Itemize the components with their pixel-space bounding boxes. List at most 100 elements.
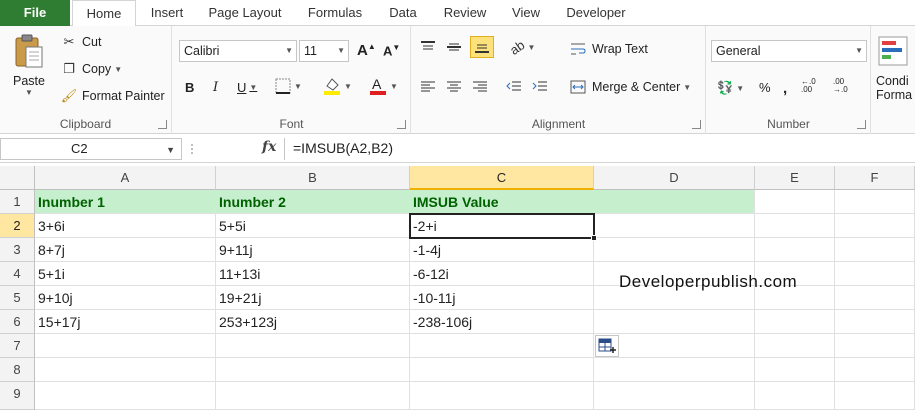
align-right-button[interactable]: [472, 80, 488, 94]
row-header-5[interactable]: 5: [0, 286, 35, 310]
underline-button[interactable]: U ▼: [237, 80, 257, 95]
bold-button[interactable]: B: [185, 80, 194, 95]
cell-f8[interactable]: [835, 358, 915, 382]
cell-c9[interactable]: [410, 382, 594, 410]
cell-c5[interactable]: -10-11j: [410, 286, 594, 310]
cell-b3[interactable]: 9+11j: [216, 238, 410, 262]
middle-align-button[interactable]: [446, 40, 462, 54]
cell-e6[interactable]: [755, 310, 835, 334]
cell-a3[interactable]: 8+7j: [35, 238, 216, 262]
borders-button[interactable]: ▼: [275, 78, 302, 94]
select-all-corner[interactable]: [0, 166, 35, 190]
row-header-6[interactable]: 6: [0, 310, 35, 334]
top-align-button[interactable]: [420, 40, 436, 54]
cell-c1[interactable]: IMSUB Value: [410, 190, 594, 214]
alignment-dialog-launcher-icon[interactable]: [692, 120, 701, 129]
cut-button[interactable]: ✂ Cut: [60, 34, 102, 50]
cell-f6[interactable]: [835, 310, 915, 334]
row-header-8[interactable]: 8: [0, 358, 35, 382]
fill-handle[interactable]: [591, 235, 597, 241]
column-header-b[interactable]: B: [216, 166, 410, 190]
formula-bar-splitter-icon[interactable]: [188, 141, 196, 157]
cell-e8[interactable]: [755, 358, 835, 382]
tab-developer[interactable]: Developer: [556, 0, 636, 26]
tab-view[interactable]: View: [504, 0, 548, 26]
decrease-indent-button[interactable]: [506, 80, 522, 94]
increase-font-size-button[interactable]: A▲: [357, 42, 376, 59]
cell-e7[interactable]: [755, 334, 835, 358]
format-painter-button[interactable]: 🖌 Format Painter: [60, 88, 165, 104]
cell-b1[interactable]: Inumber 2: [216, 190, 410, 214]
font-dialog-launcher-icon[interactable]: [397, 120, 406, 129]
cell-d9[interactable]: [594, 382, 755, 410]
cell-c8[interactable]: [410, 358, 594, 382]
row-header-1[interactable]: 1: [0, 190, 35, 214]
cell-a8[interactable]: [35, 358, 216, 382]
column-header-c[interactable]: C: [410, 166, 594, 190]
font-size-select[interactable]: 11 ▼: [299, 40, 349, 62]
paste-button[interactable]: Paste ▼: [8, 34, 50, 106]
cell-e2[interactable]: [755, 214, 835, 238]
row-header-4[interactable]: 4: [0, 262, 35, 286]
cell-a2[interactable]: 3+6i: [35, 214, 216, 238]
increase-decimal-button[interactable]: ←.0.00: [801, 78, 816, 94]
cell-f3[interactable]: [835, 238, 915, 262]
font-color-button[interactable]: A ▼: [369, 76, 398, 96]
cell-d3[interactable]: [594, 238, 755, 262]
row-header-7[interactable]: 7: [0, 334, 35, 358]
decrease-decimal-button[interactable]: .00 →.0: [833, 78, 848, 94]
cell-e1[interactable]: [755, 190, 835, 214]
font-name-select[interactable]: Calibri ▼: [179, 40, 297, 62]
cell-f4[interactable]: [835, 262, 915, 286]
cell-d1[interactable]: [594, 190, 755, 214]
increase-indent-button[interactable]: [532, 80, 548, 94]
column-header-e[interactable]: E: [755, 166, 835, 190]
tab-home[interactable]: Home: [72, 0, 136, 27]
number-format-select[interactable]: General ▼: [711, 40, 867, 62]
cell-b9[interactable]: [216, 382, 410, 410]
cell-b4[interactable]: 11+13i: [216, 262, 410, 286]
column-header-a[interactable]: A: [35, 166, 216, 190]
cell-e9[interactable]: [755, 382, 835, 410]
cell-c3[interactable]: -1-4j: [410, 238, 594, 262]
cell-f5[interactable]: [835, 286, 915, 310]
align-center-button[interactable]: [446, 80, 462, 94]
tab-file[interactable]: File: [0, 0, 70, 26]
bottom-align-button[interactable]: [470, 36, 494, 58]
cell-a4[interactable]: 5+1i: [35, 262, 216, 286]
tab-data[interactable]: Data: [380, 0, 426, 26]
column-header-f[interactable]: F: [835, 166, 915, 190]
name-box[interactable]: C2 ▼: [0, 138, 182, 160]
accounting-format-button[interactable]: 💱 ▼: [717, 80, 744, 96]
tab-insert[interactable]: Insert: [140, 0, 194, 26]
row-header-3[interactable]: 3: [0, 238, 35, 262]
cell-c7[interactable]: [410, 334, 594, 358]
cell-a6[interactable]: 15+17j: [35, 310, 216, 334]
orientation-button[interactable]: ab ▼: [507, 37, 535, 58]
cell-c6[interactable]: -238-106j: [410, 310, 594, 334]
italic-button[interactable]: I: [213, 80, 218, 95]
tab-formulas[interactable]: Formulas: [298, 0, 372, 26]
cell-d6[interactable]: [594, 310, 755, 334]
cell-f9[interactable]: [835, 382, 915, 410]
clipboard-dialog-launcher-icon[interactable]: [158, 120, 167, 129]
quick-analysis-button[interactable]: [595, 335, 619, 357]
wrap-text-button[interactable]: Wrap Text: [570, 42, 648, 56]
tab-page-layout[interactable]: Page Layout: [200, 0, 290, 26]
cell-b8[interactable]: [216, 358, 410, 382]
number-dialog-launcher-icon[interactable]: [857, 120, 866, 129]
conditional-formatting-button[interactable]: Condi Forma: [876, 34, 912, 102]
cell-e3[interactable]: [755, 238, 835, 262]
cell-a7[interactable]: [35, 334, 216, 358]
decrease-font-size-button[interactable]: A▼: [383, 43, 400, 58]
cell-f1[interactable]: [835, 190, 915, 214]
cell-d2[interactable]: [594, 214, 755, 238]
copy-button[interactable]: ❐ Copy ▼: [60, 61, 122, 77]
percent-style-button[interactable]: %: [759, 80, 771, 95]
tab-review[interactable]: Review: [434, 0, 496, 26]
align-left-button[interactable]: [420, 80, 436, 94]
row-header-9[interactable]: 9: [0, 382, 35, 410]
column-header-d[interactable]: D: [594, 166, 755, 190]
cell-f7[interactable]: [835, 334, 915, 358]
cell-b2[interactable]: 5+5i: [216, 214, 410, 238]
